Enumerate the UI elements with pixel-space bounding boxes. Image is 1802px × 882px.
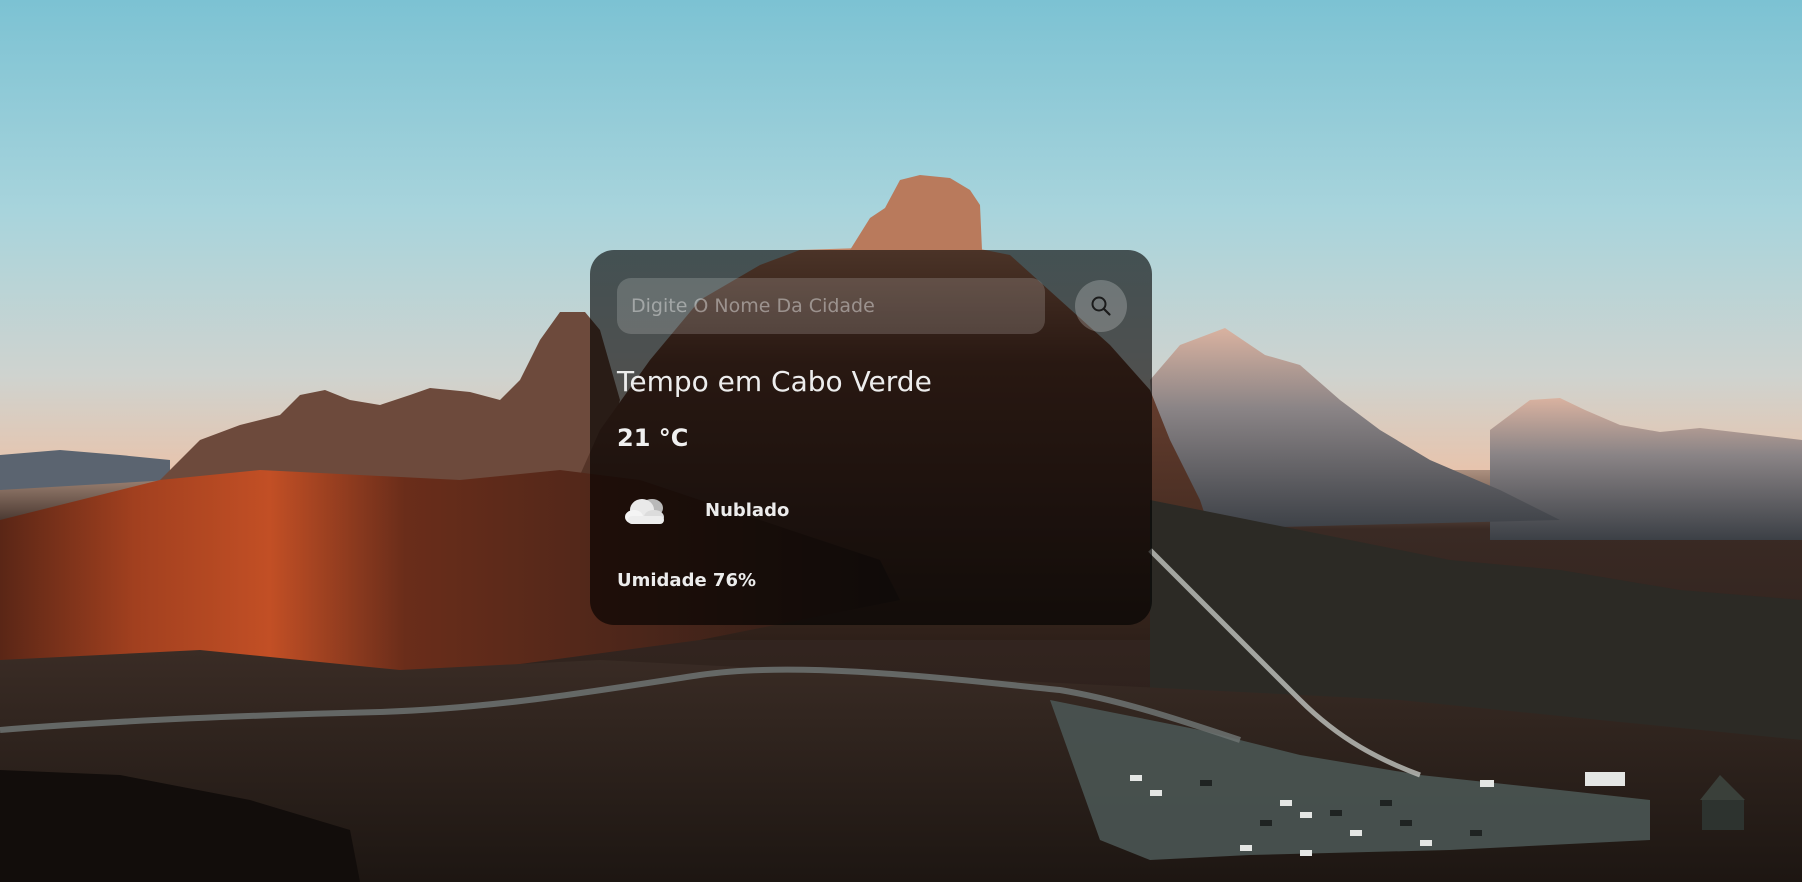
cloud-icon [625, 499, 664, 524]
weather-description: Nublado [705, 500, 790, 521]
search-bar [617, 278, 1137, 334]
city-search-input[interactable] [617, 278, 1045, 334]
search-button[interactable] [1075, 280, 1127, 332]
humidity-value: Umidade 76% [617, 570, 757, 591]
weather-card: Tempo em Cabo Verde 21 °C Nublado Umidad… [590, 250, 1152, 625]
weather-app: Tempo em Cabo Verde 21 °C Nublado Umidad… [0, 0, 1802, 882]
temperature-value: 21 °C [617, 424, 689, 452]
search-icon [1091, 296, 1111, 316]
city-title: Tempo em Cabo Verde [617, 365, 932, 398]
